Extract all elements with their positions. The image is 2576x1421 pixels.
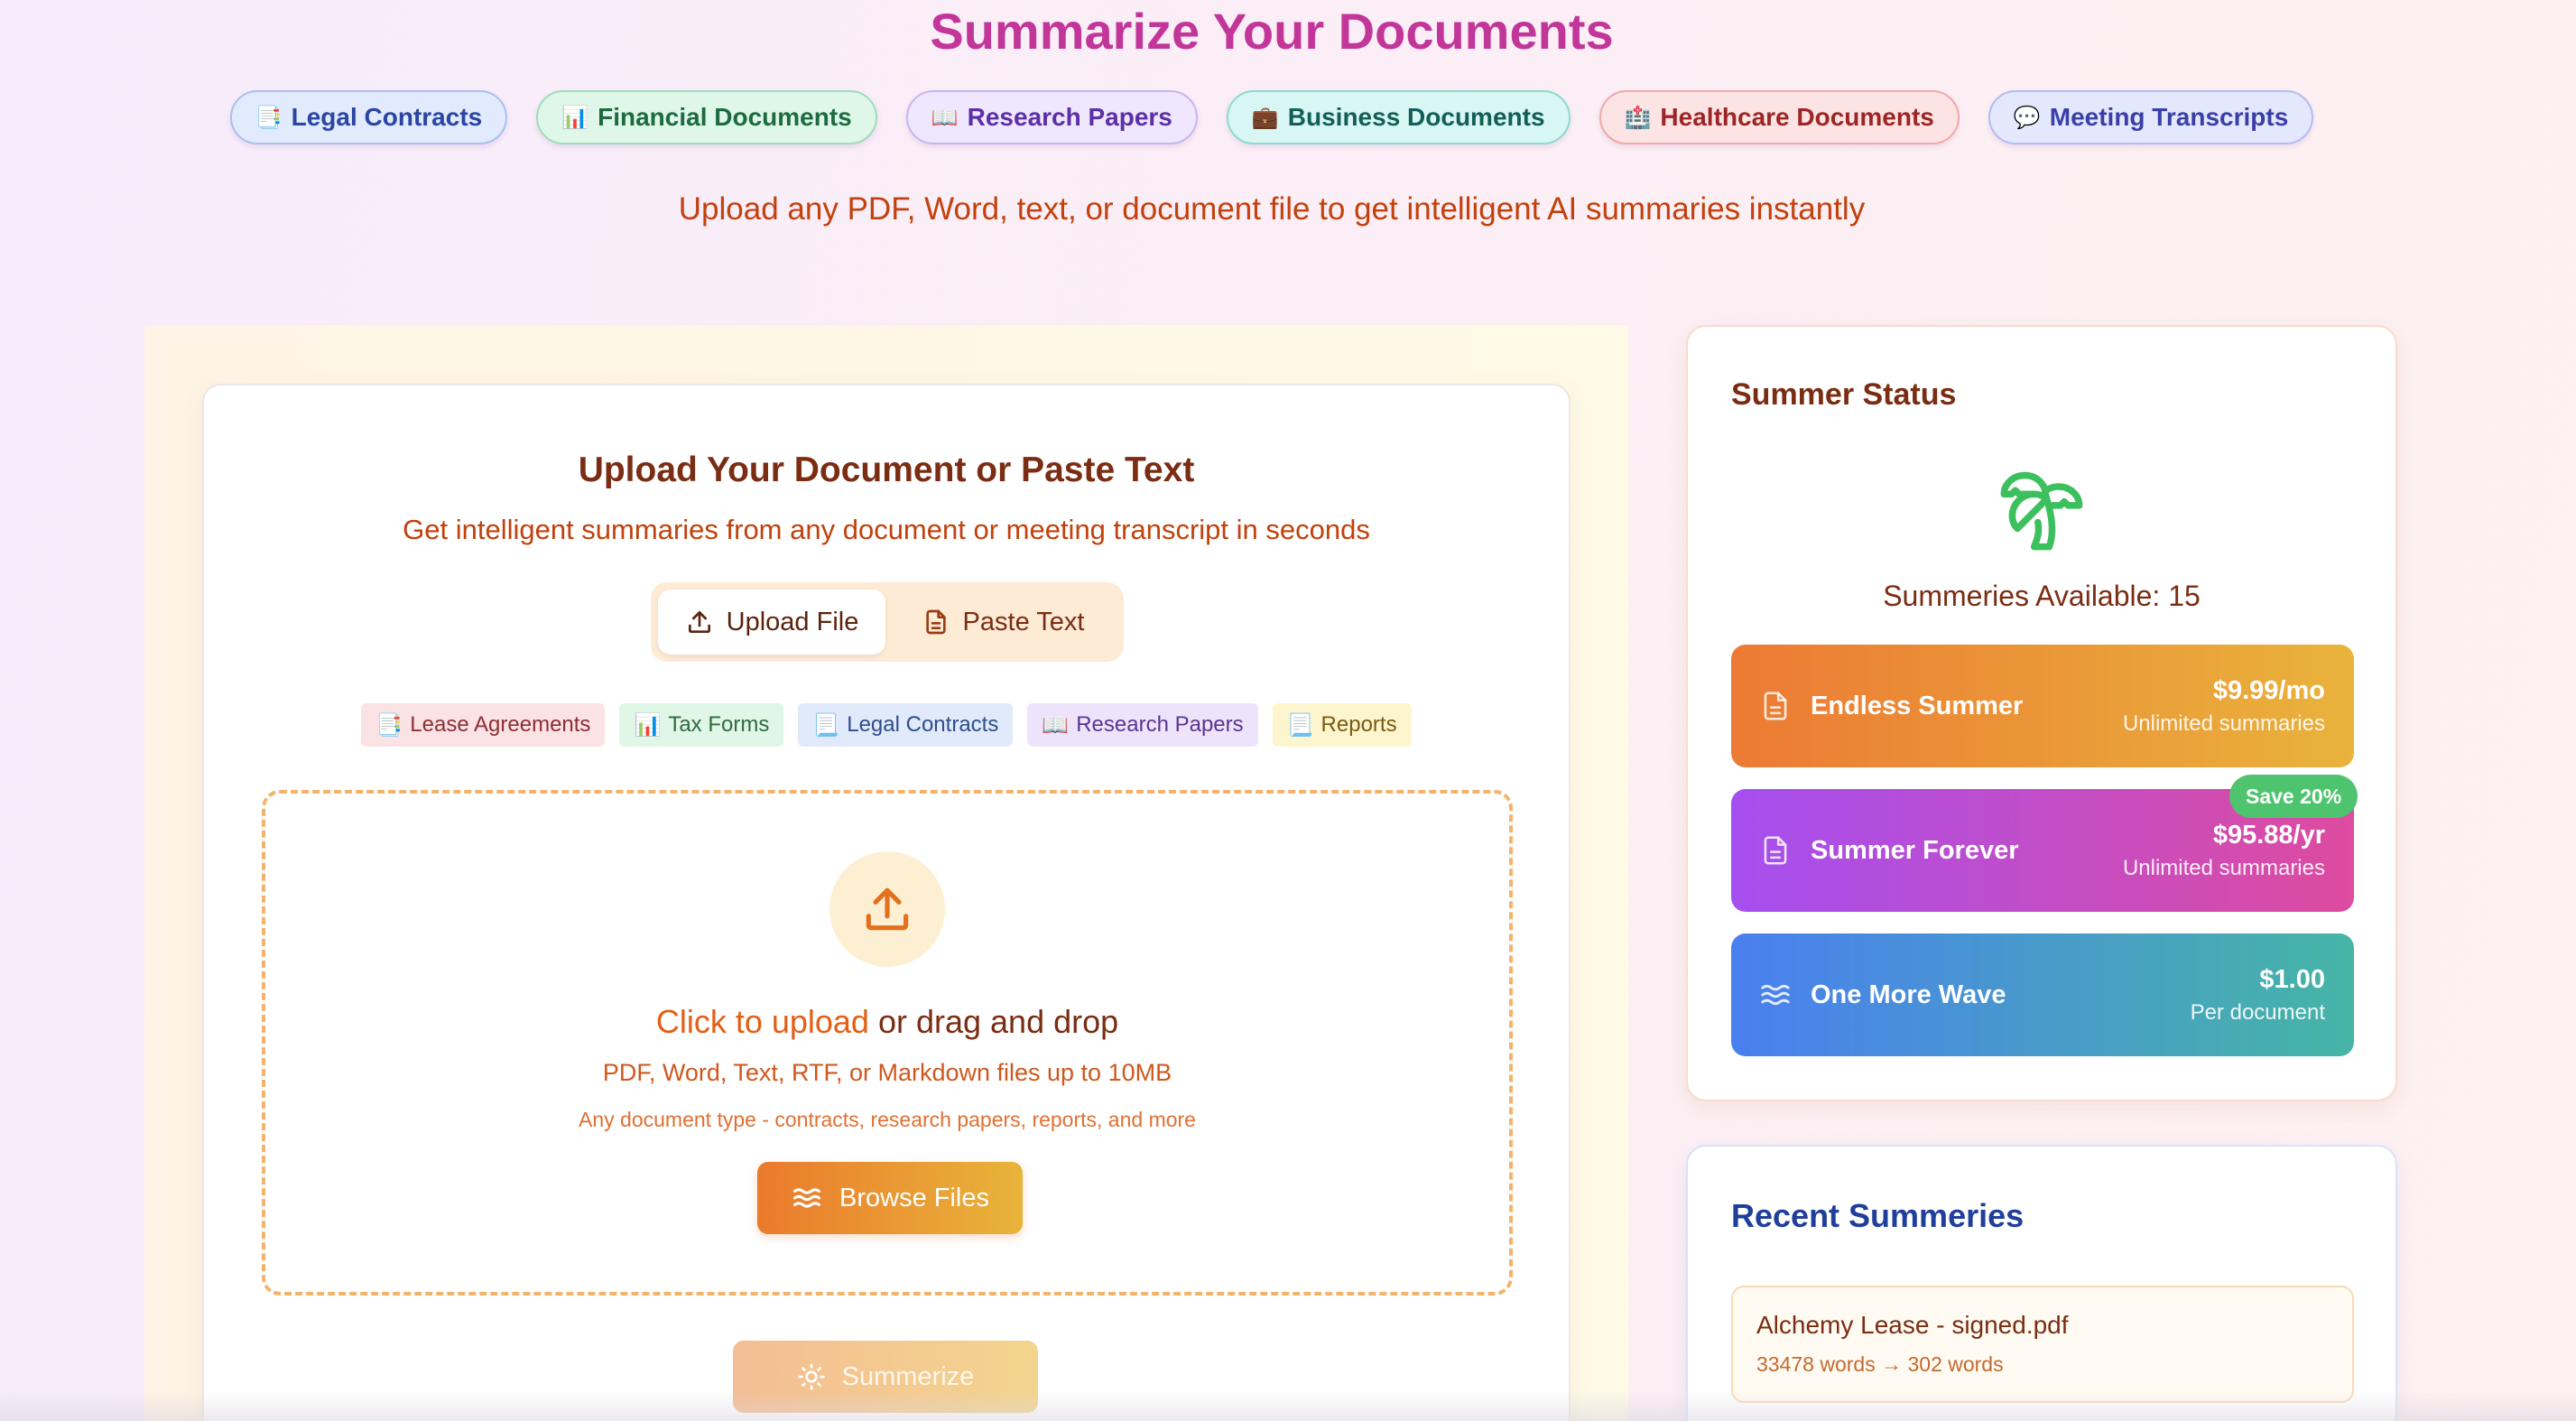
sun-icon <box>798 1363 825 1390</box>
chip-label: Business Documents <box>1287 103 1545 131</box>
chip-label: Research Papers <box>967 103 1172 131</box>
page-title: Summarize Your Documents <box>930 3 1614 60</box>
plan-note: Unlimited summaries <box>2122 855 2325 880</box>
chip-research-papers[interactable]: 📖 Research Papers <box>905 90 1198 144</box>
input-mode-toggle: Upload File Paste Text <box>651 582 1124 662</box>
bottom-fade <box>0 1390 2576 1421</box>
plan-name: Endless Summer <box>1811 691 2024 720</box>
recent-word-count: 33478 words → 302 words <box>1756 1352 2004 1376</box>
category-chips: 📑 Legal Contracts 📊 Financial Documents … <box>0 90 2544 144</box>
upload-icon <box>688 611 710 633</box>
chip-label: Legal Contracts <box>291 103 483 131</box>
dropzone-hint: Any document type - contracts, research … <box>579 1108 1196 1131</box>
bar-chart-icon: 📊 <box>561 105 589 130</box>
summer-status-card: Summer Status Summeries Available: 15 En… <box>1686 325 2397 1101</box>
tag-label: Legal Contracts <box>847 712 999 737</box>
paste-text-label: Paste Text <box>962 607 1085 636</box>
plan-name: Summer Forever <box>1811 835 2019 865</box>
upload-file-label: Upload File <box>726 607 859 636</box>
recent-summary-item[interactable]: Alchemy Lease - signed.pdf 33478 words →… <box>1731 1286 2354 1403</box>
waves-icon <box>793 1188 820 1208</box>
paste-text-tab[interactable]: Paste Text <box>889 590 1117 655</box>
browse-files-label: Browse Files <box>839 1183 989 1212</box>
chip-label: Financial Documents <box>598 103 852 131</box>
save-badge: Save 20% <box>2229 775 2358 818</box>
upload-subheading: Get intelligent summaries from any docum… <box>403 514 1370 545</box>
page-icon: 📃 <box>1286 712 1314 738</box>
chip-financial-documents[interactable]: 📊 Financial Documents <box>536 90 877 144</box>
recent-title: Recent Summeries <box>1731 1197 2025 1234</box>
plan-one-more-wave[interactable]: One More Wave $1.00 Per document <box>1731 933 2354 1056</box>
briefcase-icon: 💼 <box>1251 105 1279 130</box>
palm-tree-icon <box>2000 471 2083 551</box>
summarize-label: Summerize <box>841 1361 975 1391</box>
plan-price: $9.99/mo <box>2212 675 2325 705</box>
open-book-icon: 📖 <box>931 105 959 130</box>
supported-formats: PDF, Word, Text, RTF, or Markdown files … <box>602 1059 1172 1086</box>
tag-lease-agreements: 📑 Lease Agreements <box>361 703 606 747</box>
chip-label: Meeting Transcripts <box>2049 103 2289 131</box>
upload-card: Upload Your Document or Paste Text Get i… <box>202 384 1571 1421</box>
upload-circle <box>829 851 945 967</box>
dropzone-instruction: Click to upload or drag and drop <box>265 1003 1509 1041</box>
tag-label: Research Papers <box>1076 712 1244 737</box>
plan-pricing: $95.88/yr Unlimited summaries <box>2123 821 2325 881</box>
plan-pricing: $9.99/mo Unlimited summaries <box>2123 676 2325 737</box>
recent-summaries-card: Recent Summeries Alchemy Lease - signed.… <box>1686 1145 2397 1421</box>
open-book-icon: 📖 <box>1042 712 1070 738</box>
speech-bubble-icon: 💬 <box>2013 105 2041 130</box>
document-type-tags: 📑 Lease Agreements 📊 Tax Forms 📃 Legal C… <box>204 703 1569 747</box>
bar-chart-icon: 📊 <box>634 712 662 738</box>
bookmark-tabs-icon: 📑 <box>375 712 403 738</box>
chip-label: Healthcare Documents <box>1660 103 1934 131</box>
recent-file-name: Alchemy Lease - signed.pdf <box>1756 1311 2069 1339</box>
plan-pricing: $1.00 Per document <box>2191 965 2325 1026</box>
tag-legal-contracts: 📃 Legal Contracts <box>798 703 1014 747</box>
tag-label: Tax Forms <box>668 712 770 737</box>
tag-research-papers: 📖 Research Papers <box>1027 703 1258 747</box>
document-icon <box>1764 836 1787 865</box>
tag-tax-forms: 📊 Tax Forms <box>619 703 784 747</box>
document-icon <box>925 609 946 635</box>
chip-legal-contracts[interactable]: 📑 Legal Contracts <box>229 90 508 144</box>
chip-meeting-transcripts[interactable]: 💬 Meeting Transcripts <box>1988 90 2314 144</box>
tag-label: Reports <box>1320 712 1397 737</box>
file-dropzone[interactable]: Click to upload or drag and drop PDF, Wo… <box>262 790 1513 1296</box>
tag-label: Lease Agreements <box>410 712 591 737</box>
page-subtitle: Upload any PDF, Word, text, or document … <box>678 191 1866 227</box>
tag-reports: 📃 Reports <box>1272 703 1412 747</box>
bookmark-tabs-icon: 📑 <box>255 105 283 130</box>
plan-price: $1.00 <box>2259 964 2325 994</box>
hospital-icon: 🏥 <box>1624 105 1652 130</box>
upload-file-tab[interactable]: Upload File <box>658 590 885 655</box>
chip-healthcare-documents[interactable]: 🏥 Healthcare Documents <box>1598 90 1960 144</box>
upload-icon <box>866 887 909 931</box>
drag-drop-text: or drag and drop <box>868 1003 1119 1040</box>
plan-price: $95.88/yr <box>2212 820 2325 850</box>
chip-business-documents[interactable]: 💼 Business Documents <box>1226 90 1571 144</box>
page-icon: 📃 <box>812 712 840 738</box>
upload-section: Upload Your Document or Paste Text Get i… <box>144 325 1628 1421</box>
waves-icon <box>1761 984 1790 1006</box>
plan-endless-summer[interactable]: Endless Summer $9.99/mo Unlimited summar… <box>1731 645 2354 767</box>
click-to-upload-link[interactable]: Click to upload <box>656 1003 869 1040</box>
upload-heading: Upload Your Document or Paste Text <box>578 450 1195 489</box>
plan-note: Unlimited summaries <box>2122 710 2325 736</box>
summaries-available: Summeries Available: 15 <box>1883 580 2201 612</box>
document-icon <box>1764 692 1787 720</box>
status-title: Summer Status <box>1731 377 1957 412</box>
plan-name: One More Wave <box>1811 980 2006 1009</box>
plan-note: Per document <box>2190 999 2325 1025</box>
browse-files-button[interactable]: Browse Files <box>757 1162 1023 1234</box>
